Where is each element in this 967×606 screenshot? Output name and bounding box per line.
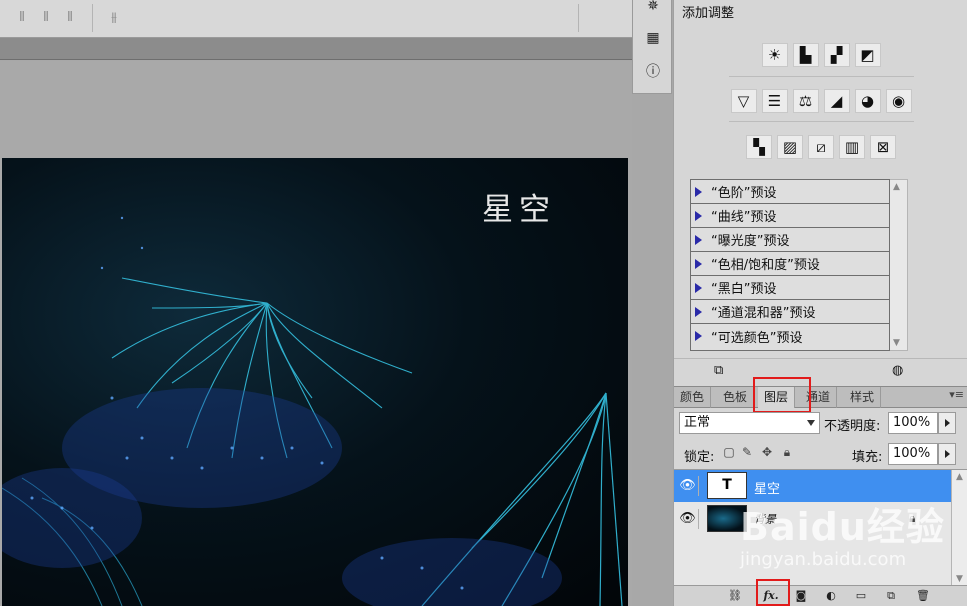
toolbar-divider — [578, 4, 579, 32]
levels-icon[interactable]: ▙ — [792, 43, 819, 67]
lock-transparency-icon[interactable]: ▢ — [722, 445, 736, 459]
black-white-icon[interactable]: ◢ — [823, 89, 850, 113]
list-item[interactable]: “曝光度”预设 — [691, 228, 889, 252]
layers-list: 👁︎ T 星空 👁︎ 背景 🔒︎ ▲ ▼ — [674, 469, 967, 586]
tab-color[interactable]: 颜色 — [674, 387, 712, 408]
photo-filter-icon[interactable]: ◕ — [854, 89, 881, 113]
layers-footer: ⛓ fx. ◙ ◐ ▭ ⧉ 🗑︎ — [674, 585, 967, 606]
scroll-up-icon[interactable]: ▲ — [893, 182, 900, 192]
adjustment-layer-icon[interactable]: ◐ — [822, 588, 840, 604]
blend-mode-select[interactable]: 正常 — [679, 412, 820, 434]
adjustment-row-1: ☀ ▙ ▞ ◩ — [674, 43, 967, 69]
adjustments-divider — [729, 121, 914, 122]
adjustments-title: 添加调整 — [682, 6, 735, 21]
layer-name: 背景 — [754, 513, 776, 526]
panel-menu-icon[interactable]: ▾≡ — [949, 388, 964, 401]
new-group-icon[interactable]: ▭ — [852, 588, 870, 604]
list-item[interactable]: “曲线”预设 — [691, 204, 889, 228]
navigator-icon[interactable]: ✵ — [643, 0, 663, 16]
tab-swatches[interactable]: 色板 — [717, 387, 755, 408]
clip-to-layer-icon[interactable]: ◍ — [892, 363, 903, 378]
presets-scrollbar[interactable]: ▲ ▼ — [890, 179, 908, 351]
vibrance-icon[interactable]: ▽ — [730, 89, 757, 113]
channel-mixer-icon[interactable]: ◉ — [885, 89, 912, 113]
expand-triangle-icon — [695, 306, 702, 317]
adjustment-presets-list: “色阶”预设 “曲线”预设 “曝光度”预设 “色相/饱和度”预设 “黑白”预设 … — [690, 179, 890, 351]
add-mask-icon[interactable]: ◙ — [792, 588, 810, 604]
layer-row-background[interactable]: 👁︎ 背景 🔒︎ — [674, 503, 951, 535]
background-layer-thumbnail — [707, 505, 747, 532]
expand-triangle-icon — [695, 282, 702, 293]
document-tab-strip — [0, 38, 632, 60]
gradient-map-icon[interactable]: ▥ — [839, 135, 865, 159]
lock-all-icon[interactable]: 🔒︎ — [780, 445, 794, 459]
lock-position-icon[interactable]: ✥ — [760, 445, 774, 459]
expand-triangle-icon — [695, 186, 702, 197]
scroll-down-icon[interactable]: ▼ — [956, 574, 963, 584]
adjustment-row-3: ▚ ▨ ⧄ ▥ ⊠ — [674, 135, 967, 161]
list-item[interactable]: “通道混和器”预设 — [691, 300, 889, 324]
posterize-icon[interactable]: ▨ — [777, 135, 803, 159]
opacity-input[interactable]: 100% — [888, 412, 938, 434]
histogram-icon[interactable]: ▦ — [643, 28, 663, 48]
adjustments-footer: ⧉ ◍ — [674, 358, 967, 384]
document-title-text: 星空 — [482, 192, 556, 228]
trash-icon[interactable]: 🗑︎ — [914, 588, 932, 604]
align-center-icon[interactable]: ⫴ — [38, 10, 54, 26]
layers-panel-tabs: 颜色 色板 图层 通道 样式 ▾≡ — [674, 386, 967, 408]
brightness-icon[interactable]: ☀ — [761, 43, 788, 67]
distribute-icon[interactable]: ⫵ — [106, 10, 122, 26]
fx-highlight-box — [756, 579, 790, 606]
toolbar-divider — [92, 4, 93, 32]
panel-tool-strip: ✵ ▦ ⓘ — [632, 0, 672, 94]
list-item[interactable]: “色阶”预设 — [691, 180, 889, 204]
expand-triangle-icon — [695, 234, 702, 245]
tab-highlight-box — [753, 377, 811, 413]
layer-name: 星空 — [754, 482, 781, 497]
right-panel: 添加调整 ☀ ▙ ▞ ◩ ▽ ☰ ⚖ ◢ ◕ ◉ ▚ ▨ ⧄ ▥ ⊠ “色阶”预… — [673, 0, 967, 606]
expand-triangle-icon — [695, 331, 702, 341]
scroll-up-icon[interactable]: ▲ — [956, 472, 963, 482]
selective-color-icon[interactable]: ⊠ — [870, 135, 896, 159]
color-balance-icon[interactable]: ⚖ — [792, 89, 819, 113]
expand-triangle-icon — [695, 258, 702, 269]
options-bar: ⫴ ⫴ ⫴ ⫵ — [0, 0, 632, 38]
return-to-list-icon[interactable]: ⧉ — [714, 363, 723, 378]
chevron-down-icon — [807, 420, 815, 426]
threshold-icon[interactable]: ⧄ — [808, 135, 834, 159]
exposure-icon[interactable]: ◩ — [854, 43, 881, 67]
layers-scrollbar[interactable]: ▲ ▼ — [951, 470, 967, 586]
new-layer-icon[interactable]: ⧉ — [882, 588, 900, 604]
align-right-icon[interactable]: ⫴ — [62, 10, 78, 26]
text-layer-thumbnail: T — [707, 472, 747, 499]
fill-input[interactable]: 100% — [888, 443, 938, 465]
visibility-eye-icon[interactable]: 👁︎ — [677, 509, 699, 529]
link-layers-icon[interactable]: ⛓ — [726, 588, 744, 604]
visibility-eye-icon[interactable]: 👁︎ — [677, 476, 699, 496]
opacity-stepper[interactable] — [938, 412, 956, 434]
adjustments-divider — [729, 76, 914, 77]
tab-styles[interactable]: 样式 — [844, 387, 882, 408]
layer-row-text[interactable]: 👁︎ T 星空 — [674, 470, 951, 502]
align-left-icon[interactable]: ⫴ — [14, 10, 30, 26]
lock-icon: 🔒︎ — [909, 511, 916, 525]
list-item[interactable]: “黑白”预设 — [691, 276, 889, 300]
document-canvas[interactable]: 星空 — [2, 158, 628, 606]
lock-pixels-icon[interactable]: ✎ — [740, 445, 754, 459]
invert-icon[interactable]: ▚ — [746, 135, 772, 159]
curves-icon[interactable]: ▞ — [823, 43, 850, 67]
lock-label: 锁定: — [684, 450, 715, 465]
blend-mode-value: 正常 — [684, 415, 711, 430]
fill-stepper[interactable] — [938, 443, 956, 465]
list-item[interactable]: “可选颜色”预设 — [691, 324, 889, 348]
fill-label: 填充: — [852, 450, 883, 465]
opacity-label: 不透明度: — [824, 419, 881, 434]
hue-saturation-icon[interactable]: ☰ — [761, 89, 788, 113]
info-icon[interactable]: ⓘ — [643, 62, 663, 82]
scroll-down-icon[interactable]: ▼ — [893, 338, 900, 348]
expand-triangle-icon — [695, 210, 702, 221]
list-item[interactable]: “色相/饱和度”预设 — [691, 252, 889, 276]
adjustment-row-2: ▽ ☰ ⚖ ◢ ◕ ◉ — [674, 89, 967, 115]
